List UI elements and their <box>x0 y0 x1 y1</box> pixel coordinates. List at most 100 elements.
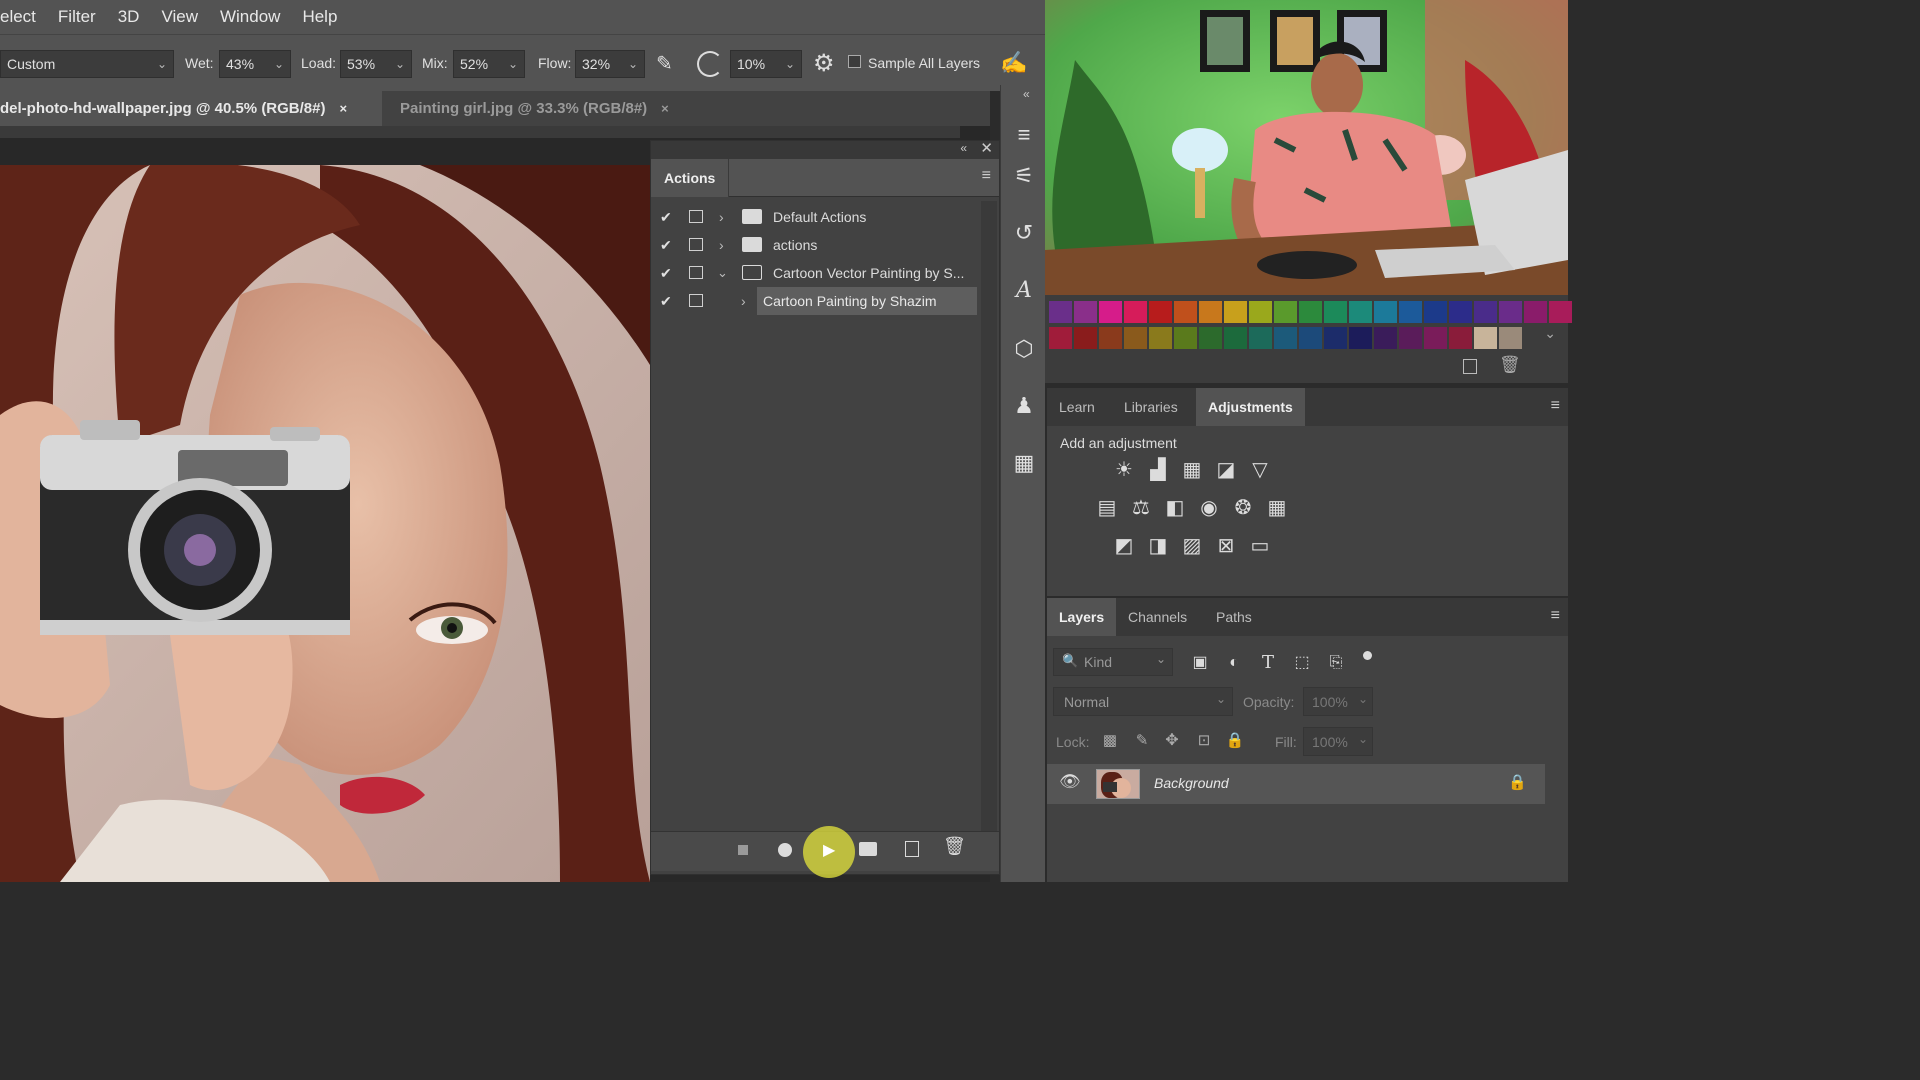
channel-mixer-icon[interactable]: ❂ <box>1230 495 1256 521</box>
gear-icon[interactable]: ⚙ <box>813 49 835 78</box>
dialog-toggle-icon[interactable] <box>689 210 703 223</box>
close-icon[interactable]: ✕ <box>980 139 993 157</box>
selective-color-icon[interactable]: ⊠ <box>1213 533 1239 559</box>
new-swatch-icon[interactable] <box>1463 359 1477 374</box>
color-swatch[interactable] <box>1524 301 1547 323</box>
color-swatch[interactable] <box>1274 301 1297 323</box>
color-swatch[interactable] <box>1349 301 1372 323</box>
color-swatch[interactable] <box>1049 301 1072 323</box>
collapse-icon[interactable]: « <box>960 141 967 155</box>
color-swatch[interactable] <box>1099 327 1122 349</box>
lock-artboard-icon[interactable]: ⊡ <box>1191 728 1217 754</box>
dialog-toggle-icon[interactable] <box>689 294 703 307</box>
color-swatch[interactable] <box>1074 301 1097 323</box>
color-swatch[interactable] <box>1199 327 1222 349</box>
close-icon[interactable]: × <box>661 101 669 116</box>
filter-toggle-icon[interactable] <box>1363 651 1372 660</box>
panel-titlebar[interactable]: « ✕ <box>651 139 999 159</box>
actions-scrollbar[interactable] <box>981 201 997 831</box>
airbrush-icon[interactable]: ✎ <box>656 51 684 77</box>
threshold-icon[interactable]: ▨ <box>1179 533 1205 559</box>
color-swatch[interactable] <box>1374 301 1397 323</box>
color-swatch[interactable] <box>1299 327 1322 349</box>
color-swatch[interactable] <box>1124 301 1147 323</box>
color-swatch[interactable] <box>1324 327 1347 349</box>
chevron-down-icon[interactable]: ⌄ <box>1544 325 1556 342</box>
color-swatch[interactable] <box>1174 301 1197 323</box>
black-white-icon[interactable]: ◧ <box>1162 495 1188 521</box>
tab-libraries[interactable]: Libraries <box>1112 388 1190 426</box>
levels-icon[interactable]: ▟ <box>1145 457 1171 483</box>
color-swatch[interactable] <box>1274 327 1297 349</box>
panel-menu-icon[interactable]: ≡ <box>1551 607 1560 625</box>
tab-actions[interactable]: Actions <box>651 159 729 197</box>
lock-brush-icon[interactable]: ✎ <box>1129 728 1155 754</box>
close-icon[interactable]: × <box>340 101 348 116</box>
stop-icon[interactable] <box>738 845 748 855</box>
collapse-icon[interactable]: « <box>1023 87 1030 101</box>
color-swatch[interactable] <box>1424 301 1447 323</box>
color-swatch[interactable] <box>1074 327 1097 349</box>
stamp-icon[interactable]: ♟ <box>1006 388 1042 424</box>
brightness-icon[interactable]: ☀ <box>1111 457 1137 483</box>
exposure-icon[interactable]: ◪ <box>1213 457 1239 483</box>
color-swatch[interactable] <box>1249 301 1272 323</box>
mix-field[interactable]: 52% ⌄ <box>453 50 525 78</box>
adjust-settings-icon[interactable]: ⚟ <box>1006 158 1042 194</box>
chevron-right-icon[interactable]: › <box>719 237 724 253</box>
type-filter-icon[interactable]: T <box>1255 650 1281 676</box>
color-swatch[interactable] <box>1349 327 1372 349</box>
brush-settings-icon[interactable]: ≡ <box>1006 117 1042 153</box>
panel-menu-icon[interactable]: ≡ <box>982 167 991 185</box>
layer-filter-dropdown[interactable]: 🔍 Kind ⌄ <box>1053 648 1173 676</box>
color-swatch[interactable] <box>1449 327 1472 349</box>
color-swatch[interactable] <box>1549 301 1572 323</box>
trash-icon[interactable]: 🗑 <box>1499 355 1521 375</box>
opacity-field[interactable]: 100% ⌄ <box>1303 687 1373 716</box>
shape-filter-icon[interactable]: ⬚ <box>1289 650 1315 676</box>
action-cartoon-painting[interactable]: ✔ › Cartoon Painting by Shazim <box>651 287 981 315</box>
tab-model-photo[interactable]: del-photo-hd-wallpaper.jpg @ 40.5% (RGB/… <box>0 91 382 126</box>
color-swatch[interactable] <box>1224 327 1247 349</box>
fill-field[interactable]: 100% ⌄ <box>1303 727 1373 756</box>
color-swatch[interactable] <box>1324 301 1347 323</box>
tab-layers[interactable]: Layers <box>1047 598 1117 636</box>
chevron-right-icon[interactable]: › <box>741 293 746 309</box>
color-swatch[interactable] <box>1149 327 1172 349</box>
document-canvas[interactable] <box>0 165 650 882</box>
tab-learn[interactable]: Learn <box>1047 388 1107 426</box>
new-action-icon[interactable] <box>905 841 919 857</box>
photo-filter-icon[interactable]: ◉ <box>1196 495 1222 521</box>
posterize-icon[interactable]: ◨ <box>1145 533 1171 559</box>
history-icon[interactable]: ↺ <box>1006 215 1042 251</box>
menu-select[interactable]: elect <box>0 7 36 27</box>
tab-channels[interactable]: Channels <box>1116 598 1199 636</box>
color-swatch[interactable] <box>1499 327 1522 349</box>
color-swatch[interactable] <box>1374 327 1397 349</box>
menu-3d[interactable]: 3D <box>118 7 140 27</box>
hue-saturation-icon[interactable]: ▤ <box>1094 495 1120 521</box>
color-swatch[interactable] <box>1399 327 1422 349</box>
curves-icon[interactable]: ▦ <box>1179 457 1205 483</box>
chevron-right-icon[interactable]: › <box>719 209 724 225</box>
color-swatch[interactable] <box>1049 327 1072 349</box>
gradient-map-icon[interactable]: ▭ <box>1247 533 1273 559</box>
angle-field[interactable]: 10% ⌄ <box>730 50 802 78</box>
check-icon[interactable]: ✔ <box>660 209 672 226</box>
new-set-folder-icon[interactable] <box>859 842 877 856</box>
color-swatch[interactable] <box>1099 301 1122 323</box>
action-set-default[interactable]: ✔ › Default Actions <box>651 203 981 231</box>
brush-angle-icon[interactable] <box>697 51 723 77</box>
wet-field[interactable]: 43% ⌄ <box>219 50 291 78</box>
menu-view[interactable]: View <box>161 7 198 27</box>
color-swatch[interactable] <box>1199 301 1222 323</box>
record-icon[interactable] <box>778 843 792 857</box>
trash-icon[interactable]: 🗑 <box>943 836 966 857</box>
tab-adjustments[interactable]: Adjustments <box>1196 388 1305 426</box>
load-field[interactable]: 53% ⌄ <box>340 50 412 78</box>
tab-painting-girl[interactable]: Painting girl.jpg @ 33.3% (RGB/8#) × <box>390 91 700 126</box>
color-swatch[interactable] <box>1174 327 1197 349</box>
color-swatch[interactable] <box>1424 327 1447 349</box>
color-swatch[interactable] <box>1224 301 1247 323</box>
sample-all-layers-checkbox[interactable] <box>848 55 861 68</box>
